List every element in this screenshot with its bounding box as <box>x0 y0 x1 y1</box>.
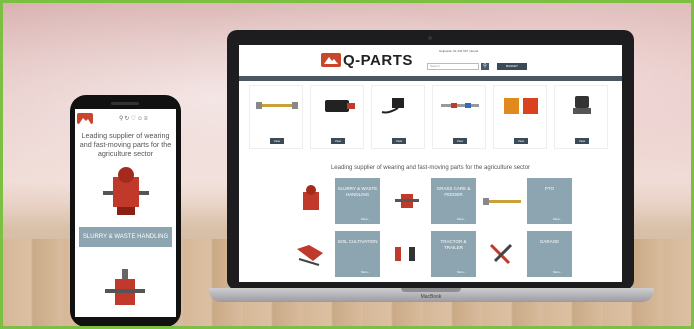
top-info-text: Helpdesk: 01 234 567 | Email <box>439 49 479 53</box>
more-link[interactable]: More... <box>361 270 370 274</box>
category-tile[interactable]: SLURRY & WASTE HANDLING <box>335 178 380 224</box>
hitch-coupler-image <box>325 100 355 112</box>
phone-header-icons: ⚲↻♡☺≡ <box>119 115 148 122</box>
more-link[interactable]: More... <box>553 217 562 221</box>
phone-speaker <box>111 102 139 105</box>
category-tile[interactable]: SLURRY & WASTE HANDLING <box>79 227 172 247</box>
category-card[interactable]: PTO More... <box>481 178 576 224</box>
laptop-camera <box>428 36 432 40</box>
gearbox-image <box>105 269 145 305</box>
product-card[interactable]: View <box>249 85 303 149</box>
view-button[interactable]: View <box>453 138 467 144</box>
site-logo-text[interactable]: Q-PARTS <box>343 52 413 69</box>
more-link[interactable]: More... <box>553 270 562 274</box>
product-card[interactable]: View <box>310 85 364 149</box>
main-nav: HOME SLURRY & WASTE GRASS CARE PTO SOIL … <box>239 76 622 90</box>
laptop-screen: Helpdesk: 01 234 567 | Email Q-PARTS Sea… <box>239 45 622 282</box>
category-card[interactable]: TRACTOR & TRAILER More... <box>385 231 480 277</box>
user-icon[interactable]: ☺ <box>137 116 144 122</box>
phone-tagline: Leading supplier of wearing and fast-mov… <box>79 131 172 158</box>
slurry-pump-image <box>103 167 149 215</box>
view-button[interactable]: View <box>270 138 284 144</box>
category-tile[interactable]: TRACTOR & TRAILER <box>431 231 476 277</box>
category-card[interactable]: GRASS CARE & FEEDER More... <box>385 178 480 224</box>
search-icon[interactable]: ⚲ <box>481 63 489 70</box>
view-button[interactable]: View <box>575 138 589 144</box>
product-carousel: View View View View View View <box>249 85 612 151</box>
slurry-pump-image <box>303 185 319 210</box>
menu-icon[interactable]: ≡ <box>144 116 149 122</box>
garage-tools-image <box>489 243 513 265</box>
search-input[interactable]: Search <box>427 63 479 70</box>
more-link[interactable]: More... <box>457 270 466 274</box>
view-button[interactable]: View <box>331 138 345 144</box>
phone-screen: ⚲↻♡☺≡ Leading supplier of wearing and fa… <box>75 109 176 317</box>
more-link[interactable]: More... <box>361 217 370 221</box>
pto-image <box>483 198 521 205</box>
q-parts-logo-icon[interactable] <box>321 53 341 67</box>
basket-button[interactable]: BASKET <box>497 63 527 70</box>
laptop-notch <box>401 288 461 292</box>
more-link[interactable]: More... <box>457 217 466 221</box>
site-tagline: Leading supplier of wearing and fast-mov… <box>330 165 531 171</box>
product-card[interactable]: View <box>432 85 486 149</box>
product-card[interactable]: View <box>554 85 608 149</box>
macbook-label: MacBook <box>420 294 442 300</box>
category-card[interactable]: GARAGE More... <box>481 231 576 277</box>
product-card[interactable]: View <box>371 85 425 149</box>
tractor-trailer-image <box>395 247 415 261</box>
category-card[interactable]: SLURRY & WASTE HANDLING More... <box>289 178 384 224</box>
category-tile[interactable]: SOIL CULTIVATION <box>335 231 380 277</box>
drive-shaft-image <box>441 103 479 108</box>
promo-image-frame: Helpdesk: 01 234 567 | Email Q-PARTS Sea… <box>0 0 694 329</box>
view-button[interactable]: View <box>514 138 528 144</box>
seat-image <box>573 96 591 114</box>
category-tile[interactable]: GARAGE <box>527 231 572 277</box>
electrical-cable-image <box>381 98 404 114</box>
category-tile[interactable]: PTO <box>527 178 572 224</box>
product-card[interactable]: View <box>493 85 547 149</box>
pto-shaft-image <box>256 102 298 109</box>
category-card[interactable]: SOIL CULTIVATION More... <box>289 231 384 277</box>
tail-lights-image <box>504 98 538 114</box>
view-button[interactable]: View <box>392 138 406 144</box>
gearbox-image <box>395 194 419 208</box>
soil-cultivation-image <box>297 245 323 266</box>
category-tile[interactable]: GRASS CARE & FEEDER <box>431 178 476 224</box>
q-parts-logo-icon[interactable] <box>77 113 93 124</box>
